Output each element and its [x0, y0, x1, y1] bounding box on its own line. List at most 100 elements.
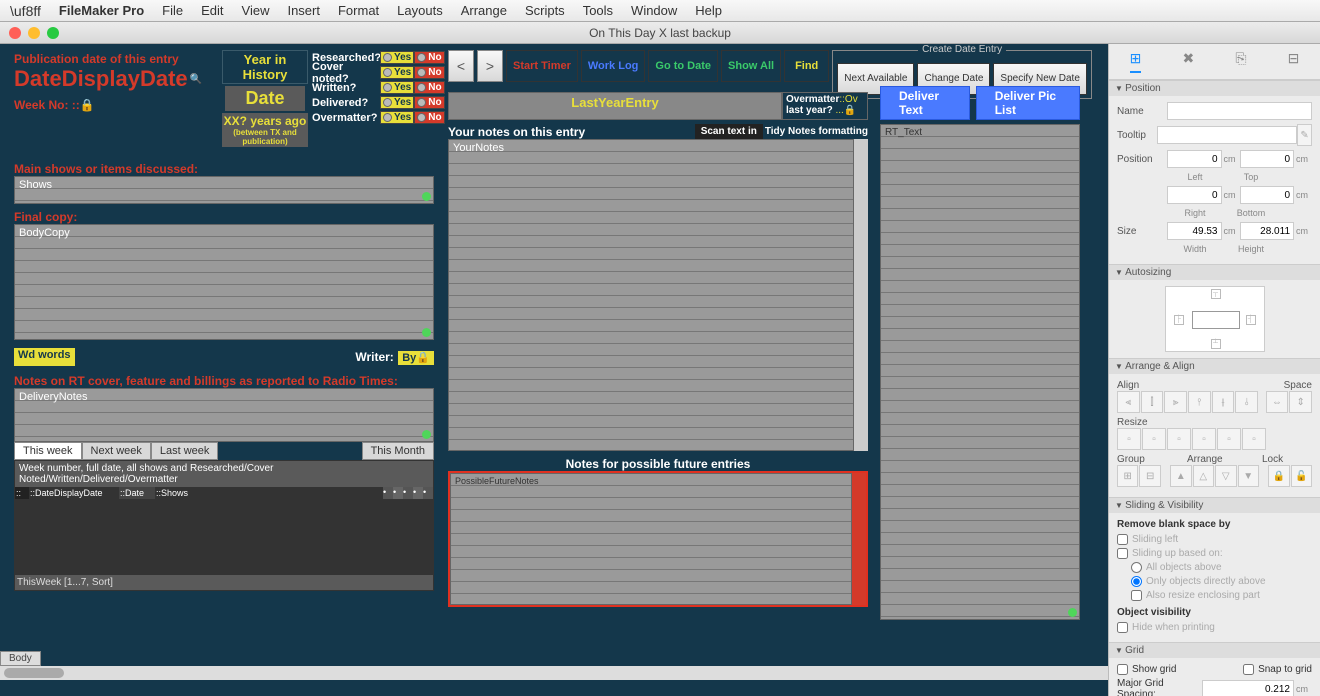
- width-input[interactable]: [1167, 222, 1222, 240]
- space-h-icon[interactable]: ⇔: [1266, 391, 1289, 413]
- body-part-label[interactable]: Body: [0, 651, 41, 666]
- words-field[interactable]: Wd words: [14, 348, 75, 366]
- overmatter-no[interactable]: No: [414, 111, 444, 124]
- portal-col-1[interactable]: ::DateDisplayDate: [29, 487, 119, 499]
- portal-col-2[interactable]: ::Date: [119, 487, 155, 499]
- tab-position-icon[interactable]: ⊞: [1130, 50, 1142, 73]
- scrollbar[interactable]: [854, 139, 868, 451]
- this-month-button[interactable]: This Month: [362, 442, 434, 460]
- backward-icon[interactable]: ▽: [1215, 465, 1236, 487]
- scan-button[interactable]: Scan text in: [695, 124, 763, 139]
- align-right-icon[interactable]: ⫸: [1164, 391, 1187, 413]
- tab-data-icon[interactable]: ⊟: [1288, 50, 1300, 73]
- app-name[interactable]: FileMaker Pro: [59, 3, 144, 18]
- bottom-input[interactable]: [1240, 186, 1295, 204]
- menu-window[interactable]: Window: [631, 3, 677, 18]
- group-icon[interactable]: ⊞: [1117, 465, 1138, 487]
- delivered-yes[interactable]: Yes: [380, 96, 414, 109]
- resize-5-icon[interactable]: ▫: [1217, 428, 1241, 450]
- snap-grid-check[interactable]: Snap to grid: [1243, 664, 1312, 675]
- researched-no[interactable]: No: [414, 51, 444, 64]
- apple-menu[interactable]: \uf8ff: [10, 3, 41, 19]
- tab-next-week[interactable]: Next week: [82, 442, 151, 460]
- overmatter-yes[interactable]: Yes: [380, 111, 414, 124]
- section-position[interactable]: Position: [1109, 81, 1320, 96]
- resize-1-icon[interactable]: ▫: [1117, 428, 1141, 450]
- forward-icon[interactable]: △: [1193, 465, 1214, 487]
- name-input[interactable]: [1167, 102, 1312, 120]
- section-autosizing[interactable]: Autosizing: [1109, 265, 1320, 280]
- lock-icon[interactable]: 🔒: [1268, 465, 1289, 487]
- show-grid-check[interactable]: Show grid: [1117, 664, 1176, 675]
- only-objects-radio[interactable]: Only objects directly above: [1131, 576, 1312, 587]
- left-input[interactable]: [1167, 150, 1222, 168]
- align-middle-icon[interactable]: ⫲: [1212, 391, 1235, 413]
- back-icon[interactable]: ▼: [1238, 465, 1259, 487]
- menu-help[interactable]: Help: [695, 3, 722, 18]
- autosize-control[interactable]: ┬┴ ├┤: [1165, 286, 1265, 352]
- date-field[interactable]: Date: [225, 86, 304, 111]
- hide-print-check[interactable]: Hide when printing: [1117, 622, 1312, 633]
- section-arrange[interactable]: Arrange & Align: [1109, 359, 1320, 374]
- overmatter-box[interactable]: Overmatter::Ov last year? ...🔒: [782, 92, 868, 120]
- menu-format[interactable]: Format: [338, 3, 379, 18]
- menu-view[interactable]: View: [242, 3, 270, 18]
- menu-tools[interactable]: Tools: [583, 3, 613, 18]
- close-button[interactable]: [9, 27, 21, 39]
- section-sliding[interactable]: Sliding & Visibility: [1109, 498, 1320, 513]
- menu-insert[interactable]: Insert: [287, 3, 320, 18]
- written-yes[interactable]: Yes: [380, 81, 414, 94]
- deliver-pic-button[interactable]: Deliver Pic List: [976, 86, 1080, 120]
- unlock-icon[interactable]: 🔓: [1291, 465, 1312, 487]
- menu-layouts[interactable]: Layouts: [397, 3, 443, 18]
- portal-col-3[interactable]: ::Shows: [155, 487, 383, 499]
- find-button[interactable]: Find: [784, 50, 829, 82]
- delivered-no[interactable]: No: [414, 96, 444, 109]
- slide-up-check[interactable]: Sliding up based on:: [1117, 548, 1312, 559]
- menu-scripts[interactable]: Scripts: [525, 3, 565, 18]
- portal-col-0[interactable]: ::: [15, 487, 29, 499]
- zoom-button[interactable]: [47, 27, 59, 39]
- writer-field[interactable]: By🔒: [398, 351, 434, 365]
- resize-2-icon[interactable]: ▫: [1142, 428, 1166, 450]
- resize-4-icon[interactable]: ▫: [1192, 428, 1216, 450]
- tidy-button[interactable]: Tidy Notes formatting: [765, 126, 868, 137]
- cover-no[interactable]: No: [414, 66, 444, 79]
- next-button[interactable]: >: [477, 50, 503, 82]
- align-bottom-icon[interactable]: ⫰: [1235, 391, 1258, 413]
- align-left-icon[interactable]: ⫷: [1117, 391, 1140, 413]
- menu-arrange[interactable]: Arrange: [461, 3, 507, 18]
- work-log-button[interactable]: Work Log: [581, 50, 646, 82]
- shows-field[interactable]: Shows: [14, 176, 434, 204]
- pencil-icon[interactable]: ✎: [1297, 124, 1312, 146]
- height-input[interactable]: [1240, 222, 1295, 240]
- datedisplaydate-field[interactable]: DateDisplayDate: [14, 66, 188, 92]
- written-no[interactable]: No: [414, 81, 444, 94]
- all-objects-radio[interactable]: All objects above: [1131, 562, 1312, 573]
- researched-yes[interactable]: Yes: [380, 51, 414, 64]
- tab-last-week[interactable]: Last week: [151, 442, 219, 460]
- tab-appearance-icon[interactable]: ✖: [1182, 50, 1194, 73]
- spacing-input[interactable]: [1202, 680, 1295, 696]
- resize-6-icon[interactable]: ▫: [1242, 428, 1266, 450]
- tooltip-input[interactable]: [1157, 126, 1297, 144]
- yournotes-field[interactable]: YourNotes: [448, 139, 854, 451]
- delivnotes-field[interactable]: DeliveryNotes: [14, 388, 434, 442]
- front-icon[interactable]: ▲: [1170, 465, 1191, 487]
- prev-button[interactable]: <: [448, 50, 474, 82]
- slide-left-check[interactable]: Sliding left: [1117, 534, 1312, 545]
- align-center-icon[interactable]: ⫿: [1141, 391, 1164, 413]
- right-input[interactable]: [1167, 186, 1222, 204]
- layout-canvas[interactable]: Publication date of this entry DateDispl…: [0, 44, 1108, 696]
- goto-date-button[interactable]: Go to Date: [648, 50, 718, 82]
- start-timer-button[interactable]: Start Timer: [506, 50, 578, 82]
- section-grid[interactable]: Grid: [1109, 643, 1320, 658]
- deliver-text-button[interactable]: Deliver Text: [880, 86, 970, 120]
- scrollbar[interactable]: [852, 473, 866, 605]
- lastyear-field[interactable]: LastYearEntry: [448, 92, 782, 120]
- resize-3-icon[interactable]: ▫: [1167, 428, 1191, 450]
- rt-text-field[interactable]: RT_Text: [880, 124, 1080, 620]
- tab-this-week[interactable]: This week: [14, 442, 82, 460]
- horizontal-scrollbar[interactable]: [0, 666, 1108, 680]
- top-input[interactable]: [1240, 150, 1295, 168]
